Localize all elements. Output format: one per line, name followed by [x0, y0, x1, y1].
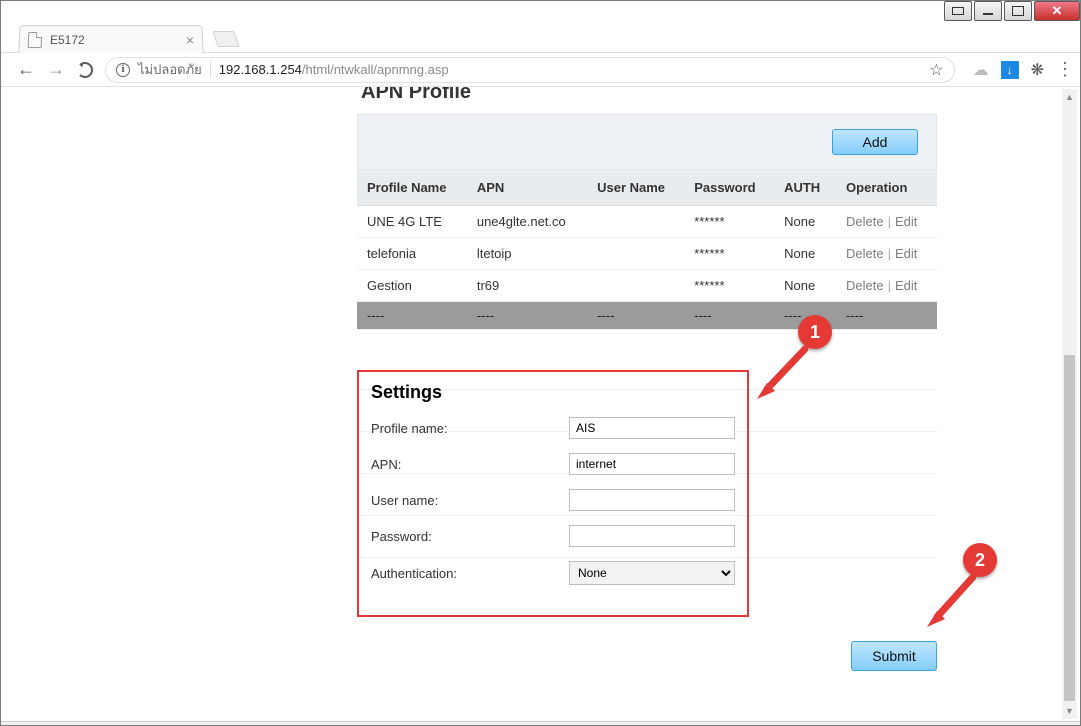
- edit-link[interactable]: Edit: [895, 246, 917, 261]
- cell-apn: ltetoip: [467, 238, 587, 270]
- bookmark-star-icon[interactable]: ☆: [929, 60, 943, 80]
- col-apn: APN: [467, 170, 587, 206]
- forward-button: →: [47, 59, 65, 80]
- cloud-extension-icon[interactable]: ☁: [973, 60, 989, 80]
- scroll-thumb[interactable]: [1064, 355, 1075, 701]
- authentication-select[interactable]: None: [569, 561, 735, 585]
- callout-arrow-2: [921, 571, 981, 631]
- delete-link[interactable]: Delete: [846, 246, 884, 261]
- col-pass: Password: [684, 170, 774, 206]
- col-user: User Name: [587, 170, 684, 206]
- edit-link[interactable]: Edit: [895, 278, 917, 293]
- browser-tab[interactable]: E5172 ×: [18, 25, 204, 53]
- cell-user: [587, 206, 684, 238]
- not-secure-label: ไม่ปลอดภัย: [138, 59, 202, 80]
- cell-operation: Delete|Edit: [836, 270, 937, 302]
- table-row: telefonialtetoip ******NoneDelete|Edit: [357, 238, 937, 270]
- back-button[interactable]: ←: [17, 59, 35, 80]
- table-row: UNE 4G LTEune4glte.net.co******NoneDelet…: [357, 206, 937, 238]
- apn-table: Profile Name APN User Name Password AUTH…: [357, 170, 937, 330]
- apn-input[interactable]: [569, 453, 735, 475]
- cell-user: [587, 238, 684, 270]
- add-button[interactable]: Add: [832, 129, 918, 155]
- cell-apn: tr69: [467, 270, 587, 302]
- cell-profile: telefonia: [357, 238, 467, 270]
- page-favicon-icon: [28, 32, 43, 48]
- os-close-button[interactable]: ✕: [1034, 1, 1080, 21]
- delete-link[interactable]: Delete: [846, 278, 884, 293]
- settings-title: Settings: [371, 382, 735, 403]
- cell-operation: Delete|Edit: [836, 206, 937, 238]
- new-tab-button[interactable]: [212, 31, 239, 47]
- cell-profile: UNE 4G LTE: [357, 206, 467, 238]
- tab-close-icon[interactable]: ×: [186, 33, 195, 47]
- tab-title: E5172: [50, 33, 85, 47]
- page-viewport: APN Profile Add Profile Name APN User Na…: [1, 87, 1080, 721]
- cell-apn: une4glte.net.co: [467, 206, 587, 238]
- cell-auth: None: [774, 238, 836, 270]
- col-profile: Profile Name: [357, 170, 467, 206]
- cell-profile: Gestion: [357, 270, 467, 302]
- address-bar[interactable]: i ไม่ปลอดภัย 192.168.1.254/html/ntwkall/…: [105, 57, 955, 83]
- download-extension-icon[interactable]: ↓: [1001, 61, 1019, 79]
- cell-pass: ******: [684, 206, 774, 238]
- os-restore-small-button[interactable]: [944, 1, 972, 21]
- cell-auth: None: [774, 270, 836, 302]
- browser-toolbar: ← → i ไม่ปลอดภัย 192.168.1.254/html/ntwk…: [1, 53, 1080, 87]
- submit-button[interactable]: Submit: [851, 641, 937, 671]
- site-info-icon[interactable]: i: [116, 63, 130, 77]
- extension-icon[interactable]: ❋: [1031, 60, 1044, 80]
- profile-name-input[interactable]: [569, 417, 735, 439]
- cell-pass: ******: [684, 270, 774, 302]
- reload-button[interactable]: [77, 62, 93, 78]
- table-row: Gestiontr69 ******NoneDelete|Edit: [357, 270, 937, 302]
- os-maximize-button[interactable]: [1004, 1, 1032, 21]
- table-dash-row: ------------------------: [357, 302, 937, 330]
- browser-tab-strip: E5172 ×: [1, 23, 1080, 53]
- cell-operation: Delete|Edit: [836, 238, 937, 270]
- section-title: APN Profile: [357, 87, 937, 114]
- user-name-label: User name:: [371, 493, 569, 508]
- vertical-scrollbar[interactable]: ▲ ▼: [1062, 89, 1077, 719]
- cell-pass: ******: [684, 238, 774, 270]
- os-minimize-button[interactable]: [974, 1, 1002, 21]
- user-name-input[interactable]: [569, 489, 735, 511]
- settings-panel: Settings Profile name: APN: User name: P…: [357, 370, 749, 617]
- col-auth: AUTH: [774, 170, 836, 206]
- scroll-up-icon[interactable]: ▲: [1062, 89, 1077, 105]
- apn-label: APN:: [371, 457, 569, 472]
- password-input[interactable]: [569, 525, 735, 547]
- window-bottom-edge: [1, 721, 1080, 725]
- divider: [210, 62, 211, 78]
- password-label: Password:: [371, 529, 569, 544]
- scroll-down-icon[interactable]: ▼: [1062, 703, 1077, 719]
- delete-link[interactable]: Delete: [846, 214, 884, 229]
- col-operation: Operation: [836, 170, 937, 206]
- profile-name-label: Profile name:: [371, 421, 569, 436]
- callout-arrow-1: [753, 343, 813, 403]
- edit-link[interactable]: Edit: [895, 214, 917, 229]
- cell-user: [587, 270, 684, 302]
- cell-auth: None: [774, 206, 836, 238]
- add-button-row: Add: [357, 114, 937, 170]
- authentication-label: Authentication:: [371, 566, 569, 581]
- browser-menu-button[interactable]: ⋮: [1056, 59, 1072, 80]
- url-text: 192.168.1.254/html/ntwkall/apnmng.asp: [219, 62, 449, 77]
